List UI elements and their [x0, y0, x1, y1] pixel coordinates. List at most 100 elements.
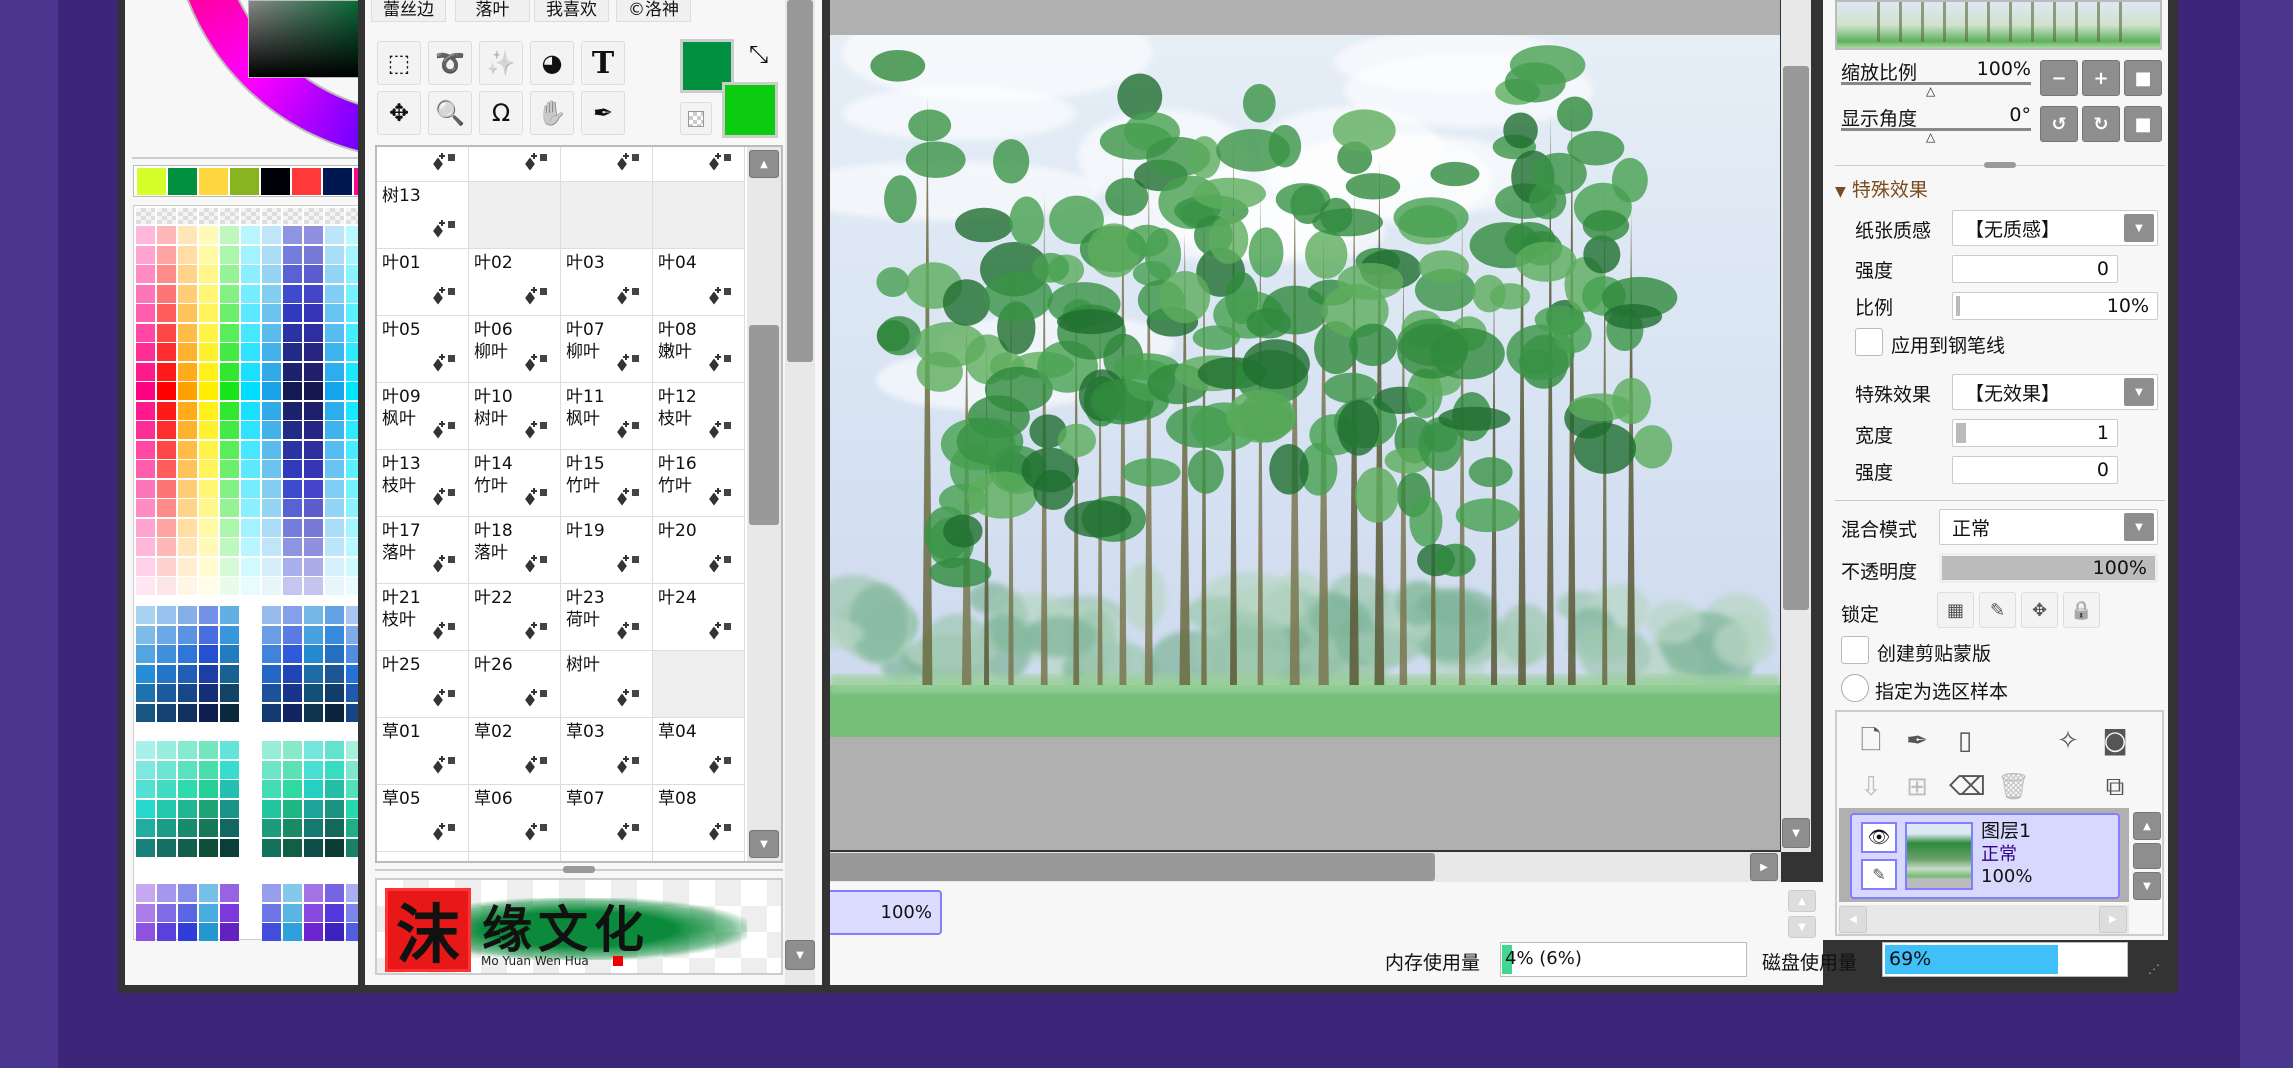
palette-color[interactable] [346, 304, 358, 322]
scroll-down-button[interactable]: ▼ [785, 940, 815, 970]
palette-color[interactable] [325, 362, 344, 381]
palette-color[interactable] [178, 799, 197, 818]
canvas-hscrollbar[interactable]: ▶ [830, 852, 1781, 882]
palette-color[interactable] [220, 799, 239, 818]
palette-color[interactable] [325, 538, 344, 556]
palette-color[interactable] [241, 518, 260, 537]
resize-grip-icon[interactable]: ⋰ [2148, 962, 2160, 976]
palette-color[interactable] [136, 479, 155, 498]
palette-color[interactable] [304, 245, 323, 264]
palette-color[interactable] [241, 499, 260, 517]
palette-color[interactable] [283, 903, 302, 922]
tool-button-fill-shape[interactable]: ◕ [530, 41, 574, 85]
palette-color[interactable] [136, 265, 155, 283]
palette-color[interactable] [325, 741, 344, 759]
brush-item[interactable]: 叶09 枫叶 [377, 383, 469, 450]
palette-color[interactable] [220, 304, 239, 322]
palette-color[interactable] [220, 703, 239, 722]
swap-colors-icon[interactable]: ⤡ [749, 40, 768, 68]
palette-color[interactable] [157, 343, 176, 361]
palette-color[interactable] [283, 401, 302, 420]
scroll-thumb[interactable] [830, 853, 1435, 881]
new-mask-icon[interactable]: ⧉ [2099, 772, 2131, 802]
palette-color[interactable] [136, 664, 155, 683]
palette-color[interactable] [136, 499, 155, 517]
palette-color[interactable] [136, 323, 155, 342]
palette-color[interactable] [283, 838, 302, 857]
palette-color[interactable] [178, 304, 197, 322]
palette-color[interactable] [136, 741, 155, 759]
palette-color[interactable] [220, 382, 239, 400]
palette-color[interactable] [283, 518, 302, 537]
palette-color[interactable] [157, 401, 176, 420]
palette-color[interactable] [325, 903, 344, 922]
brush-item[interactable]: 叶08 嫩叶 [653, 316, 745, 383]
palette-color[interactable] [346, 577, 358, 595]
palette-color[interactable] [262, 606, 281, 624]
palette-color[interactable] [262, 819, 281, 837]
blend-mode-dropdown[interactable]: 正常 ▼ [1939, 509, 2158, 545]
palette-color[interactable] [304, 577, 323, 595]
palette-color[interactable] [199, 838, 218, 857]
palette-color[interactable] [157, 760, 176, 779]
palette-color[interactable] [136, 606, 155, 624]
palette-color[interactable] [241, 265, 260, 283]
brush-item[interactable]: 叶07 柳叶 [561, 316, 653, 383]
palette-color[interactable] [304, 401, 323, 420]
palette-color[interactable] [346, 245, 358, 264]
palette-color[interactable] [199, 499, 218, 517]
palette-color[interactable] [283, 664, 302, 683]
brush-item[interactable]: 叶26 [469, 651, 561, 718]
palette-color[interactable] [157, 557, 176, 576]
palette-color[interactable] [220, 538, 239, 556]
brush-slot-empty[interactable] [469, 182, 561, 249]
palette-transparent[interactable] [136, 208, 155, 224]
palette-color[interactable] [178, 884, 197, 902]
palette-color[interactable] [262, 760, 281, 779]
brush-list-scrollbar[interactable]: ▲ ▼ [747, 147, 781, 861]
palette-color[interactable] [304, 284, 323, 303]
palette-color[interactable] [304, 460, 323, 478]
palette-color[interactable] [157, 684, 176, 702]
palette-color[interactable] [346, 684, 358, 702]
palette-color[interactable] [220, 625, 239, 644]
palette-color[interactable] [325, 440, 344, 459]
rotate-right-button[interactable]: ↻ [2082, 106, 2120, 142]
palette-color[interactable] [178, 645, 197, 663]
eye-visibility-icon[interactable]: 👁 [1861, 822, 1897, 853]
navigator-thumbnail[interactable] [1835, 0, 2162, 50]
palette-color[interactable] [199, 760, 218, 779]
palette-color[interactable] [304, 362, 323, 381]
layer-item[interactable]: 👁 ✎ 图层1 正常 100% [1850, 813, 2120, 899]
palette-color[interactable] [178, 577, 197, 595]
brush-item[interactable]: 叶23 荷叶 [561, 584, 653, 651]
palette-color[interactable] [178, 479, 197, 498]
brush-item[interactable]: 树叶 [561, 651, 653, 718]
palette-color[interactable] [262, 780, 281, 798]
brush-item[interactable]: 叶13 枝叶 [377, 450, 469, 517]
palette-color[interactable] [178, 557, 197, 576]
palette-color[interactable] [199, 741, 218, 759]
brush-item[interactable]: 草06 [469, 785, 561, 852]
palette-color[interactable] [136, 760, 155, 779]
palette-color[interactable] [157, 362, 176, 381]
brush-item[interactable] [653, 852, 745, 861]
palette-color[interactable] [157, 382, 176, 400]
palette-color[interactable] [325, 382, 344, 400]
palette-color[interactable] [241, 226, 260, 244]
palette-color[interactable] [178, 664, 197, 683]
palette-color[interactable] [241, 479, 260, 498]
palette-color[interactable] [136, 838, 155, 857]
palette-color[interactable] [157, 838, 176, 857]
palette-color[interactable] [346, 903, 358, 922]
palette-color[interactable] [220, 780, 239, 798]
palette-color[interactable] [262, 703, 281, 722]
palette-transparent[interactable] [346, 208, 358, 224]
palette-color[interactable] [241, 304, 260, 322]
palette-color[interactable] [220, 245, 239, 264]
palette-color[interactable] [178, 440, 197, 459]
palette-color[interactable] [262, 323, 281, 342]
lock-transparency-button[interactable]: ▦ [1937, 592, 1974, 628]
palette-transparent[interactable] [283, 208, 302, 224]
palette-color[interactable] [241, 362, 260, 381]
